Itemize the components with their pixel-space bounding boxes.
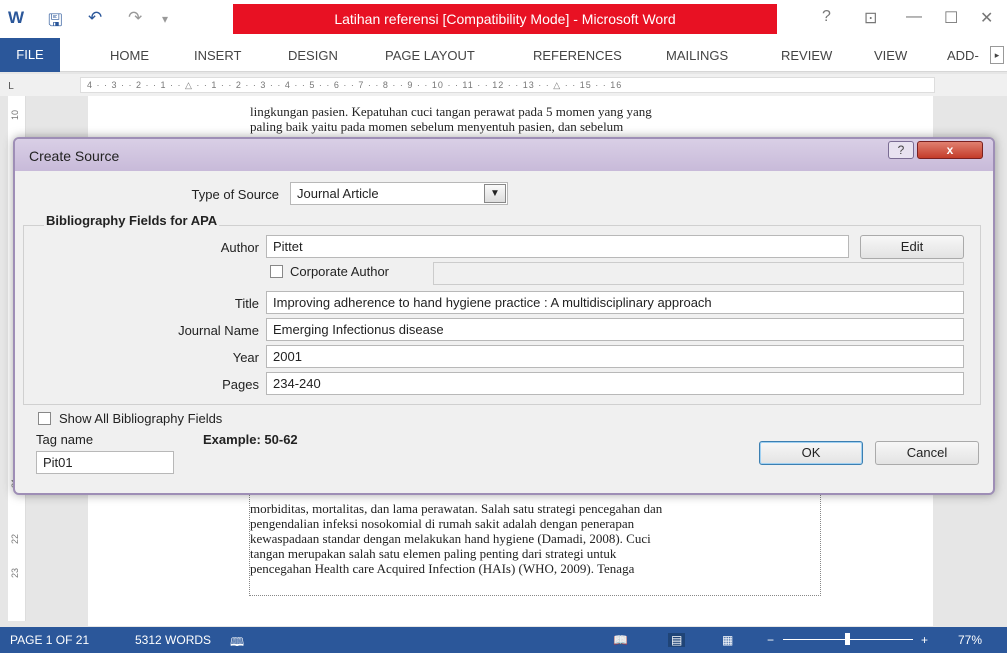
- vruler-num: 10: [10, 109, 21, 121]
- window-title: Latihan referensi [Compatibility Mode] -…: [233, 4, 777, 34]
- customize-qat-icon[interactable]: ▾: [162, 12, 168, 26]
- pages-field[interactable]: 234-240: [266, 372, 964, 395]
- pages-label: Pages: [222, 377, 259, 392]
- tab-home[interactable]: HOME: [110, 48, 149, 63]
- status-bar: PAGE 1 OF 21 5312 WORDS 🕮 📖 ▤ ▦ − + 77%: [0, 627, 1007, 653]
- web-layout-icon[interactable]: ▦: [722, 633, 733, 647]
- author-field[interactable]: Pittet: [266, 235, 849, 258]
- cancel-button[interactable]: Cancel: [875, 441, 979, 465]
- title-label: Title: [234, 296, 259, 311]
- help-icon[interactable]: ?: [822, 8, 831, 26]
- vruler-num: 22: [10, 533, 21, 545]
- journal-name-label: Journal Name: [178, 323, 259, 338]
- chevron-down-icon[interactable]: ▼: [484, 184, 506, 203]
- dialog-title-bar[interactable]: Create Source ? x: [15, 139, 993, 171]
- corporate-author-label: Corporate Author: [290, 264, 390, 279]
- proofing-icon[interactable]: 🕮: [230, 633, 244, 653]
- journal-name-field[interactable]: Emerging Infectionus disease: [266, 318, 964, 341]
- tab-design[interactable]: DESIGN: [288, 48, 338, 63]
- print-layout-icon[interactable]: ▤: [668, 633, 686, 647]
- bibliography-fields-label: Bibliography Fields for APA: [44, 213, 220, 228]
- tab-file[interactable]: FILE: [0, 38, 60, 72]
- doc-line: tangan merupakan salah satu elemen palin…: [250, 546, 617, 561]
- doc-line: pencegahan Health care Acquired Infectio…: [250, 561, 635, 576]
- type-of-source-select[interactable]: Journal Article: [290, 182, 508, 205]
- ribbon-scroll-right-icon[interactable]: ▸: [990, 46, 1004, 64]
- zoom-level[interactable]: 77%: [958, 633, 982, 647]
- tab-selector-icon[interactable]: L: [4, 80, 18, 94]
- title-bar: W 🖫 ↶ ↷ ▾ Latihan referensi [Compatibili…: [0, 0, 1007, 38]
- doc-line: paling baik yaitu pada momen sebelum men…: [250, 119, 624, 134]
- word-count[interactable]: 5312 WORDS: [135, 633, 211, 647]
- tab-add-ins[interactable]: ADD-: [947, 48, 979, 63]
- doc-text-bottom[interactable]: morbiditas, mortalitas, dan lama perawat…: [250, 501, 820, 576]
- doc-line: pengendalian infeksi nosokomial di rumah…: [250, 516, 635, 531]
- year-field[interactable]: 2001: [266, 345, 964, 368]
- year-label: Year: [232, 350, 259, 365]
- corporate-author-checkbox[interactable]: [270, 265, 283, 278]
- read-mode-icon[interactable]: 📖: [613, 633, 628, 647]
- tab-review[interactable]: REVIEW: [781, 48, 832, 63]
- example-label: Example: 50-62: [203, 432, 298, 447]
- dialog-close-button[interactable]: x: [917, 141, 983, 159]
- maximize-icon[interactable]: ☐: [944, 8, 958, 28]
- minimize-icon[interactable]: —: [906, 8, 922, 26]
- ok-button[interactable]: OK: [759, 441, 863, 465]
- author-label: Author: [220, 240, 259, 255]
- tag-name-label: Tag name: [36, 432, 94, 447]
- tab-mailings[interactable]: MAILINGS: [666, 48, 728, 63]
- word-logo-icon: W: [8, 8, 25, 27]
- ribbon-display-icon[interactable]: ⊡: [864, 8, 877, 28]
- page-count[interactable]: PAGE 1 OF 21: [10, 633, 89, 647]
- title-field[interactable]: Improving adherence to hand hygiene prac…: [266, 291, 964, 314]
- ribbon-tabs: FILE HOME INSERT DESIGN PAGE LAYOUT REFE…: [0, 38, 1007, 72]
- dialog-title: Create Source: [29, 148, 120, 164]
- undo-icon[interactable]: ↶: [88, 8, 102, 28]
- show-all-fields-label: Show All Bibliography Fields: [59, 411, 223, 426]
- zoom-slider-thumb[interactable]: [845, 633, 850, 645]
- zoom-out-icon[interactable]: −: [767, 633, 774, 647]
- save-icon[interactable]: 🖫: [48, 8, 62, 37]
- tab-references[interactable]: REFERENCES: [533, 48, 622, 63]
- doc-line: lingkungan pasien. Kepatuhan cuci tangan…: [250, 104, 652, 119]
- tab-insert[interactable]: INSERT: [194, 48, 241, 63]
- tab-view[interactable]: VIEW: [874, 48, 907, 63]
- edit-author-button[interactable]: Edit: [860, 235, 964, 259]
- horizontal-ruler[interactable]: 4 · · 3 · · 2 · · 1 · · △ · · 1 · · 2 · …: [80, 77, 935, 93]
- doc-text-top[interactable]: lingkungan pasien. Kepatuhan cuci tangan…: [250, 104, 820, 134]
- tag-name-field[interactable]: Pit01: [36, 451, 174, 474]
- close-window-icon[interactable]: ✕: [980, 8, 993, 28]
- vruler-num: 23: [10, 567, 21, 579]
- redo-icon[interactable]: ↷: [128, 8, 142, 28]
- show-all-fields-checkbox[interactable]: [38, 412, 51, 425]
- doc-line: morbiditas, mortalitas, dan lama perawat…: [250, 501, 663, 516]
- corporate-author-field[interactable]: [433, 262, 964, 285]
- zoom-in-icon[interactable]: +: [921, 633, 928, 647]
- type-of-source-label: Type of Source: [191, 187, 279, 202]
- doc-line: kewaspadaan standar dengan melakukan han…: [250, 531, 651, 546]
- dialog-help-button[interactable]: ?: [888, 141, 914, 159]
- tab-page-layout[interactable]: PAGE LAYOUT: [385, 48, 475, 63]
